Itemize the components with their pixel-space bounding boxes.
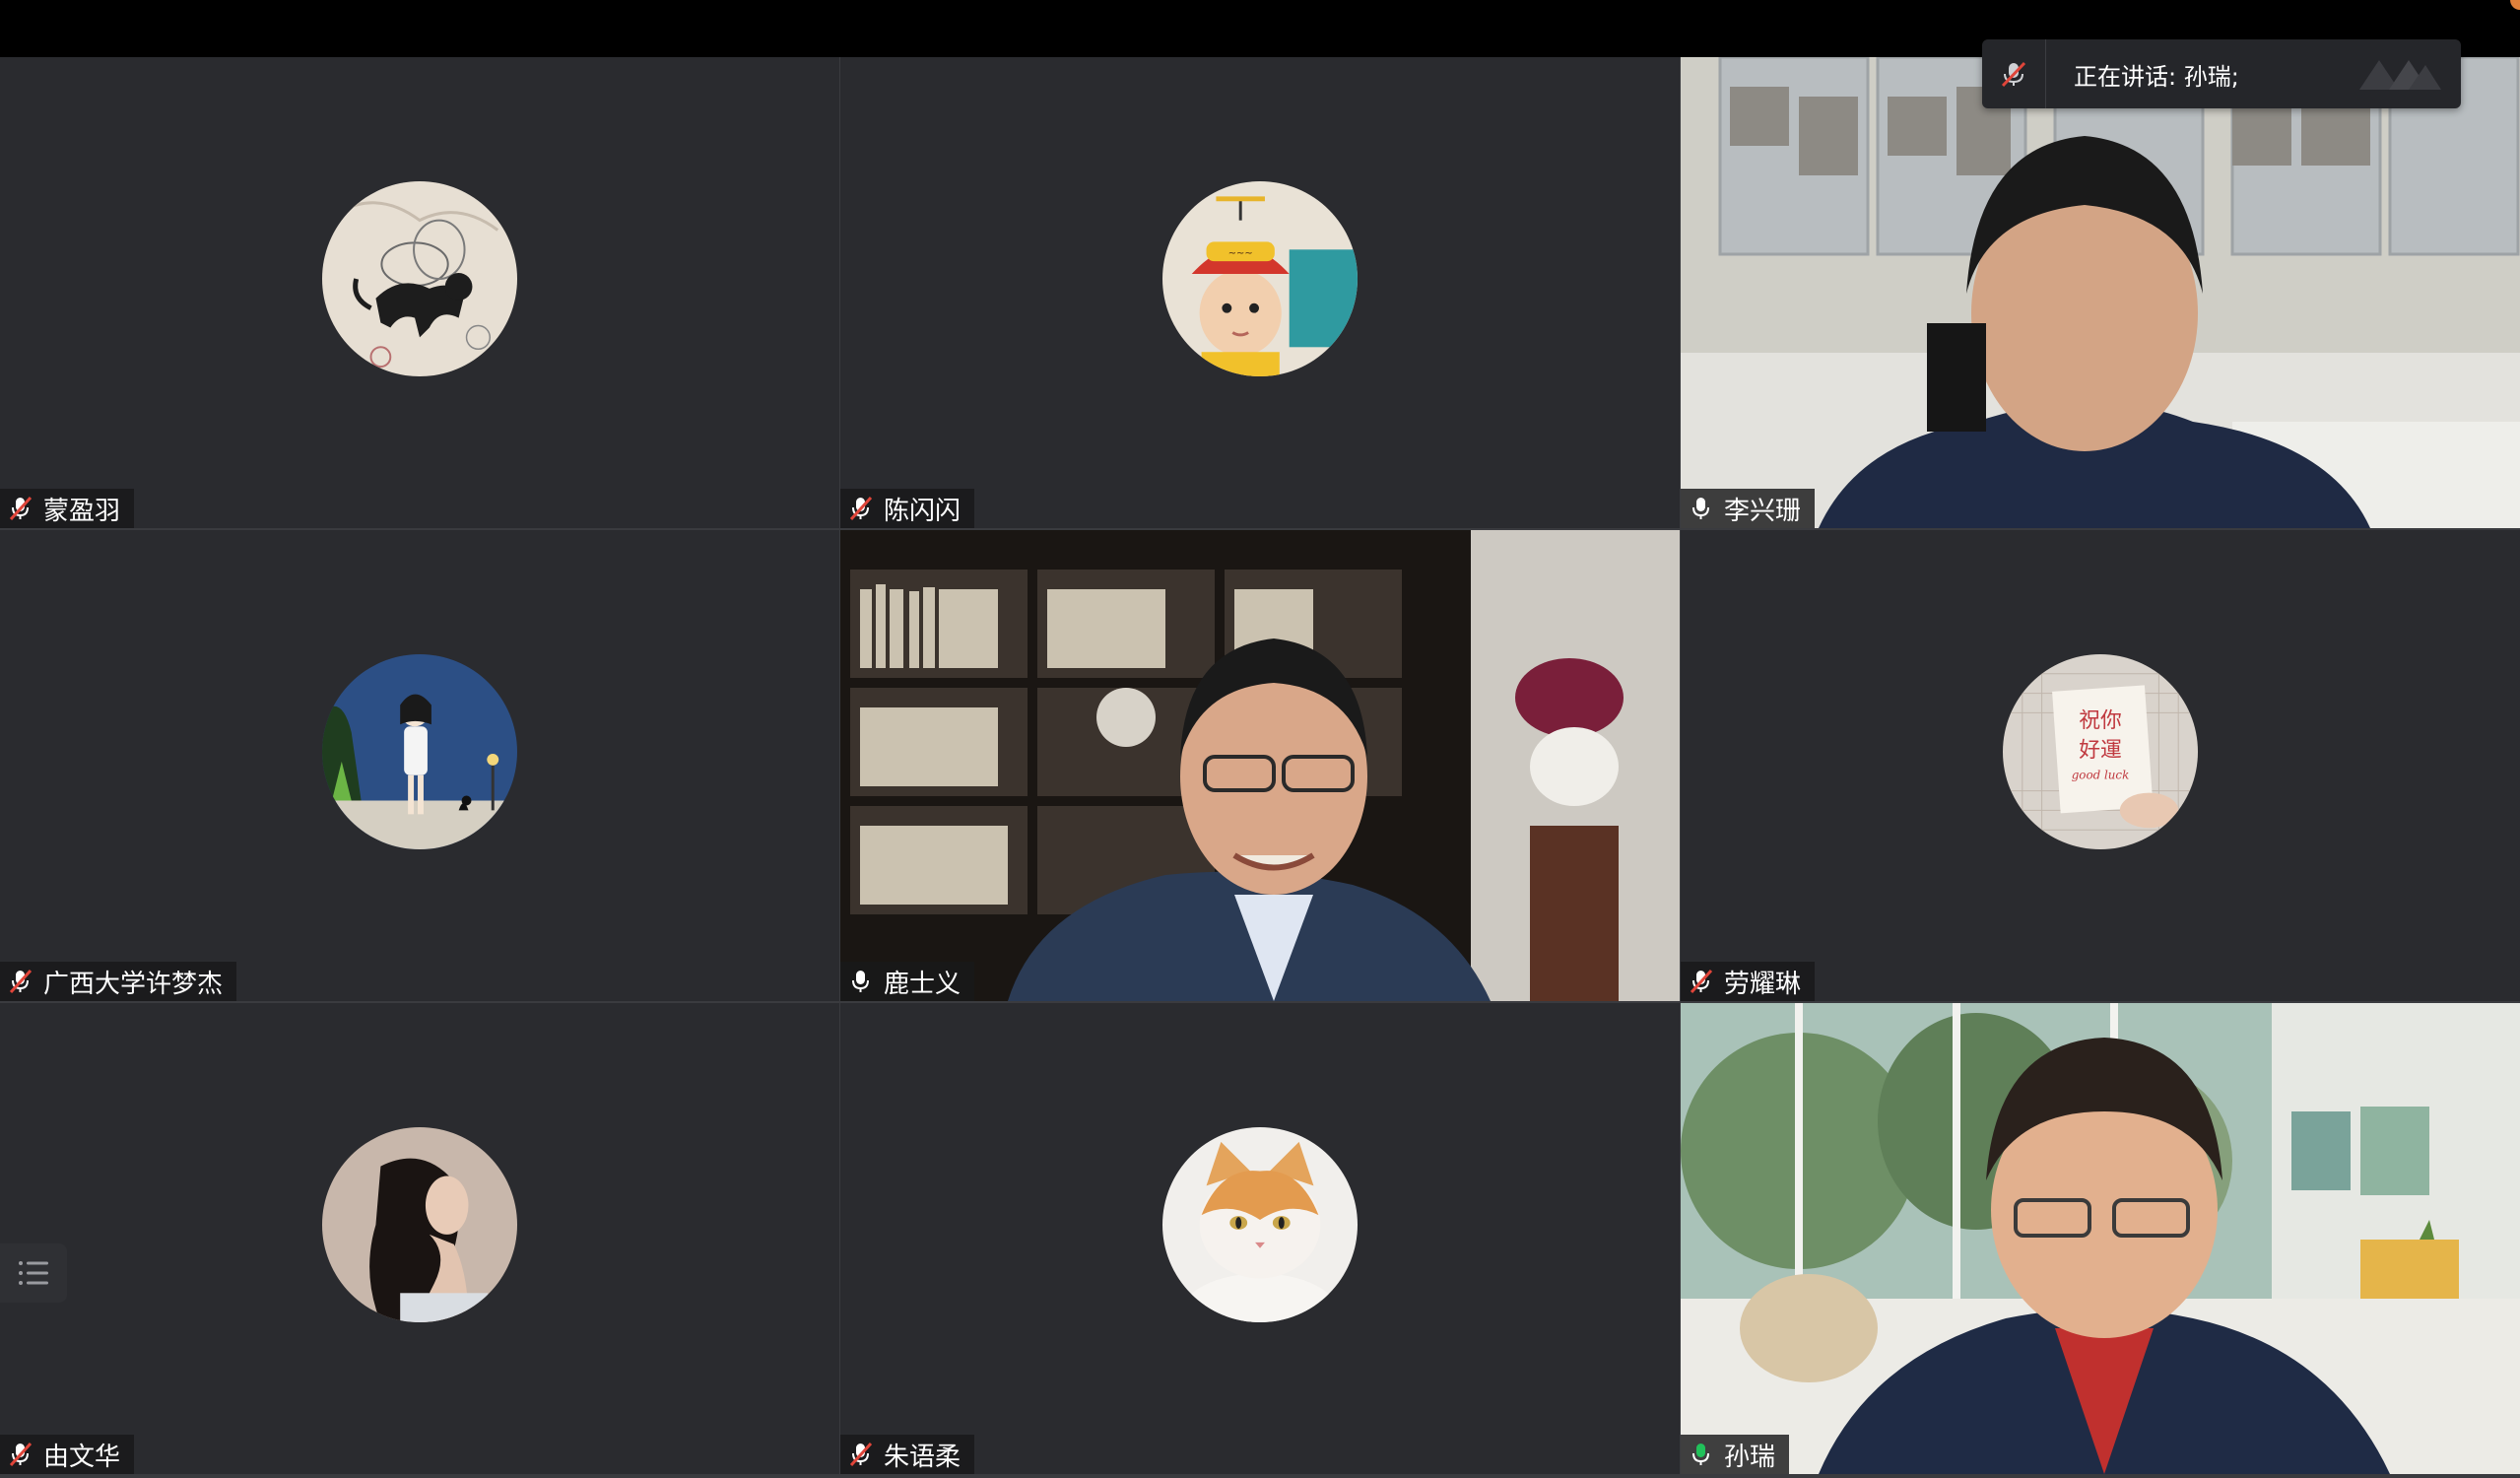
participant-tile[interactable]: 蒙盈羽: [0, 57, 839, 528]
participant-name: 孙瑞: [1724, 1442, 1776, 1472]
participant-tile[interactable]: 李兴珊: [1681, 57, 2520, 528]
mic-speaking-icon: [1689, 1441, 1714, 1468]
participant-tile[interactable]: 祝你 好運 good luck 劳耀琳: [1681, 530, 2520, 1001]
participant-tile[interactable]: 鹿士义: [840, 530, 1680, 1001]
avatar: [322, 1127, 517, 1322]
mic-icon: [848, 968, 874, 995]
participant-nameplate: 朱语柔: [840, 1435, 975, 1474]
participant-nameplate: 陈闪闪: [840, 489, 975, 528]
video-feed: [840, 530, 1680, 1001]
participant-nameplate: 由文华: [0, 1435, 135, 1474]
mic-muted-icon: [848, 495, 874, 522]
participant-name: 朱语柔: [884, 1442, 962, 1472]
video-grid: 蒙盈羽 ~~~ 陈闪闪 李兴珊 广西大学许梦杰 鹿士义 祝你 好運 good l…: [0, 57, 2520, 1478]
avatar: [322, 181, 517, 376]
participant-nameplate: 李兴珊: [1681, 489, 1816, 528]
participant-nameplate: 蒙盈羽: [0, 489, 135, 528]
participant-name: 广西大学许梦杰: [43, 969, 224, 999]
avatar: ~~~: [1162, 181, 1358, 376]
svg-text:~~~: ~~~: [1228, 248, 1253, 259]
participant-name: 蒙盈羽: [43, 496, 121, 526]
card-text: 祝你: [2079, 708, 2122, 733]
speaking-label: 正在讲话: 孙瑞;: [2074, 62, 2239, 91]
participant-tile[interactable]: 由文华: [0, 1003, 839, 1474]
participant-tile-active[interactable]: 孙瑞: [1681, 1003, 2520, 1474]
participant-list-button[interactable]: [0, 1243, 67, 1303]
mic-muted-icon[interactable]: [1982, 39, 2046, 108]
avatar: [322, 654, 517, 849]
app-logo-icon: [2359, 60, 2441, 90]
card-text: good luck: [2072, 769, 2130, 782]
participant-name: 鹿士义: [884, 969, 962, 999]
video-feed: [1681, 1003, 2520, 1474]
mic-muted-icon: [1689, 968, 1714, 995]
participant-nameplate: 劳耀琳: [1681, 962, 1816, 1001]
speaking-indicator[interactable]: 正在讲话: 孙瑞;: [1982, 39, 2461, 108]
mic-muted-icon: [8, 1441, 33, 1468]
list-icon: [19, 1261, 48, 1285]
mic-muted-icon: [8, 968, 33, 995]
video-feed: [1681, 57, 2520, 528]
participant-name: 李兴珊: [1724, 496, 1802, 526]
avatar: 祝你 好運 good luck: [2003, 654, 2198, 849]
participant-tile[interactable]: 朱语柔: [840, 1003, 1680, 1474]
participant-name: 陈闪闪: [884, 496, 962, 526]
mic-icon: [1689, 495, 1714, 522]
participant-nameplate: 孙瑞: [1681, 1435, 1790, 1474]
participant-name: 劳耀琳: [1724, 969, 1802, 999]
avatar: [1162, 1127, 1358, 1322]
participant-tile[interactable]: ~~~ 陈闪闪: [840, 57, 1680, 528]
card-text: 好運: [2079, 738, 2122, 763]
participant-tile[interactable]: 广西大学许梦杰: [0, 530, 839, 1001]
mic-muted-icon: [848, 1441, 874, 1468]
participant-nameplate: 鹿士义: [840, 962, 975, 1001]
mic-muted-icon: [8, 495, 33, 522]
participant-nameplate: 广西大学许梦杰: [0, 962, 237, 1001]
participant-name: 由文华: [43, 1442, 121, 1472]
